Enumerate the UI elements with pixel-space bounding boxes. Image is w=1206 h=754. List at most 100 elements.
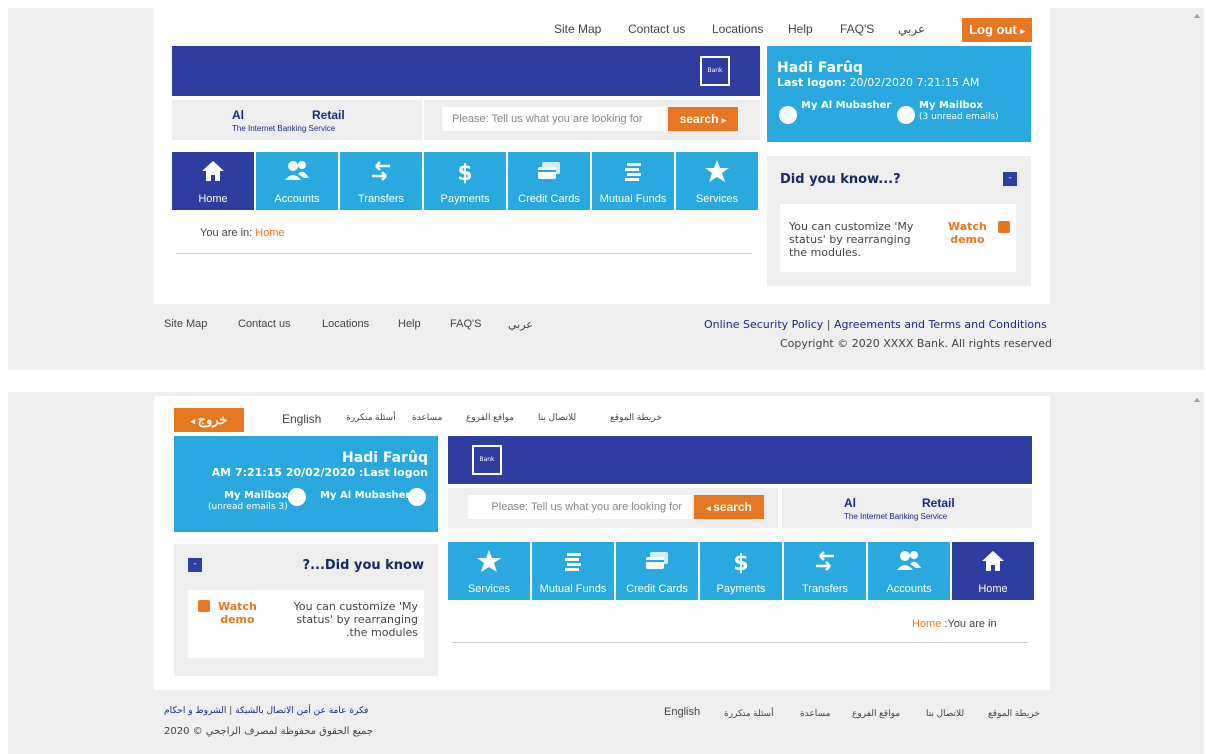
- search-area: ◂ search Please: Tell us what you are lo…: [448, 488, 778, 528]
- top-link-english[interactable]: English: [282, 412, 321, 426]
- my-mailbox-link[interactable]: My Mailbox: [919, 100, 983, 111]
- did-you-know-text-line-2: status' by rearranging: [296, 613, 418, 626]
- logout-button[interactable]: ◂ خروج: [174, 408, 244, 432]
- nav-tile-payments[interactable]: $ Payments: [424, 152, 506, 210]
- watch-demo-line-2: demo: [220, 613, 255, 626]
- footer-link-site-map[interactable]: Site Map: [164, 318, 207, 330]
- footer-link-locations[interactable]: مواقع الفروع: [852, 708, 900, 719]
- gear-icon: [408, 488, 426, 506]
- top-link-locations[interactable]: Locations: [712, 22, 763, 36]
- breadcrumb-home-link[interactable]: Home: [255, 227, 284, 239]
- funds-stack-icon: [625, 163, 641, 181]
- footer-link-help[interactable]: مساعدة: [800, 708, 830, 719]
- funds-stack-icon: [565, 553, 581, 571]
- footer-link-contact-us[interactable]: Contact us: [238, 318, 291, 330]
- watch-demo-line-1: Watch: [948, 220, 987, 233]
- did-you-know-text-line-1: You can customize 'My: [789, 220, 914, 233]
- footer-link-faqs[interactable]: FAQ'S: [450, 318, 481, 330]
- top-link-contact-us[interactable]: للاتصال بنا: [538, 412, 576, 423]
- video-icon[interactable]: [998, 221, 1010, 233]
- nav-label-transfers: Transfers: [357, 193, 405, 205]
- nav-tile-mutual-funds[interactable]: Mutual Funds: [592, 152, 674, 210]
- my-al-mubasher-link[interactable]: My Al Mubasher: [320, 490, 410, 501]
- nav-tile-services[interactable]: Services: [448, 542, 530, 600]
- dollar-icon: $: [733, 551, 748, 574]
- top-link-faqs[interactable]: أسئلة متكررة: [346, 412, 396, 423]
- brand-area: Al Retail The Internet Banking Service: [172, 100, 422, 140]
- footer-link-locations[interactable]: Locations: [322, 318, 369, 330]
- top-link-site-map[interactable]: خريطة الموقع: [610, 412, 662, 423]
- nav-tile-transfers[interactable]: Transfers: [340, 152, 422, 210]
- nav-tile-home[interactable]: Home: [952, 542, 1034, 600]
- top-link-help[interactable]: Help: [788, 22, 813, 36]
- nav-tile-payments[interactable]: $ Payments: [700, 542, 782, 600]
- nav-tile-credit-cards[interactable]: Credit Cards: [616, 542, 698, 600]
- video-icon[interactable]: [198, 600, 210, 612]
- footer-policy-links: فكرة عامة عن أمن الاتصال بالشبكة | الشرو…: [164, 706, 368, 716]
- did-you-know-card: Watch demo You can customize 'My status'…: [188, 590, 424, 658]
- nav-tile-home[interactable]: Home: [172, 152, 254, 210]
- footer-link-faqs[interactable]: أسئلة متكررة: [724, 708, 774, 719]
- last-logon: Last logon: 20/02/2020 7:21:15 AM: [777, 76, 979, 89]
- logout-label: Log out: [969, 22, 1017, 37]
- search-button[interactable]: ◂ search: [694, 495, 764, 519]
- footer-separator: |: [229, 706, 233, 716]
- watch-demo-link[interactable]: Watch demo: [218, 600, 257, 626]
- footer-link-site-map[interactable]: خريطة الموقع: [988, 708, 1040, 719]
- terms-link[interactable]: الشروط و احكام: [164, 706, 226, 716]
- nav-tile-credit-cards[interactable]: Credit Cards: [508, 152, 590, 210]
- logout-button[interactable]: Log out ▸: [962, 18, 1032, 42]
- security-policy-link[interactable]: Online Security Policy: [704, 318, 823, 331]
- page-content: ◂ خروج English أسئلة متكررة مساعدة مواقع…: [154, 396, 1050, 690]
- security-policy-link[interactable]: فكرة عامة عن أمن الاتصال بالشبكة: [235, 706, 368, 716]
- collapse-toggle[interactable]: -: [1003, 172, 1017, 186]
- top-link-contact-us[interactable]: Contact us: [628, 22, 685, 36]
- did-you-know-text: You can customize 'My status' by rearran…: [789, 220, 913, 259]
- bank-logo: Bank: [700, 56, 730, 86]
- nav-label-services: Services: [467, 583, 511, 595]
- scroll-up-arrow-icon[interactable]: [1194, 398, 1200, 402]
- top-link-arabic[interactable]: عربي: [898, 22, 925, 36]
- footer-link-contact-us[interactable]: للاتصال بنا: [926, 708, 964, 719]
- search-button[interactable]: search ▸: [668, 107, 738, 131]
- did-you-know-box: - ?...Did you know Watch demo You can cu…: [174, 544, 438, 676]
- last-logon-value: 20/02/2020 7:21:15 AM: [849, 76, 980, 89]
- top-link-faqs[interactable]: FAQ'S: [840, 22, 874, 36]
- nav-label-transfers: Transfers: [801, 583, 849, 595]
- footer-link-arabic[interactable]: عربي: [508, 318, 533, 331]
- my-mailbox-link[interactable]: My Mailbox: [224, 490, 288, 501]
- nav-label-accounts: Accounts: [274, 193, 320, 205]
- nav-tile-accounts[interactable]: Accounts: [868, 542, 950, 600]
- main-nav: Services Mutual Funds Credit Cards $ Pay…: [448, 542, 1034, 600]
- watch-demo-link[interactable]: Watch demo: [948, 220, 987, 246]
- home-icon: [982, 551, 1004, 571]
- terms-link[interactable]: Agreements and Terms and Conditions: [834, 318, 1047, 331]
- did-you-know-text: You can customize 'My status' by rearran…: [294, 600, 418, 639]
- footer-link-help[interactable]: Help: [398, 318, 421, 330]
- scroll-up-arrow-icon[interactable]: [1194, 14, 1200, 18]
- divider: [176, 253, 752, 254]
- banner: Bank: [448, 436, 1032, 484]
- top-link-locations[interactable]: مواقع الفروع: [466, 412, 514, 423]
- collapse-toggle[interactable]: -: [188, 558, 202, 572]
- footer-link-english[interactable]: English: [664, 706, 700, 718]
- top-link-site-map[interactable]: Site Map: [554, 22, 601, 36]
- nav-tile-transfers[interactable]: Transfers: [784, 542, 866, 600]
- credit-card-icon: [538, 162, 560, 179]
- chevron-right-icon: ▸: [721, 115, 727, 125]
- did-you-know-card: You can customize 'My status' by rearran…: [780, 204, 1016, 272]
- page-content: Site Map Contact us Locations Help FAQ'S…: [154, 8, 1050, 304]
- transfer-arrows-icon: [372, 161, 390, 181]
- nav-tile-accounts[interactable]: Accounts: [256, 152, 338, 210]
- my-al-mubasher-link[interactable]: My Al Mubasher: [801, 100, 891, 111]
- nav-tile-mutual-funds[interactable]: Mutual Funds: [532, 542, 614, 600]
- search-input[interactable]: Please: Tell us what you are looking for: [468, 495, 692, 519]
- top-link-help[interactable]: مساعدة: [412, 412, 442, 423]
- breadcrumb-home-link[interactable]: Home: [912, 618, 941, 630]
- search-input[interactable]: Please: Tell us what you are looking for: [442, 107, 666, 131]
- did-you-know-text-line-1: You can customize 'My: [293, 600, 418, 613]
- transfer-arrows-icon: [816, 551, 834, 571]
- did-you-know-title: ?...Did you know: [302, 558, 424, 573]
- unread-emails: (3 unread emails): [919, 112, 999, 122]
- nav-tile-services[interactable]: Services: [676, 152, 758, 210]
